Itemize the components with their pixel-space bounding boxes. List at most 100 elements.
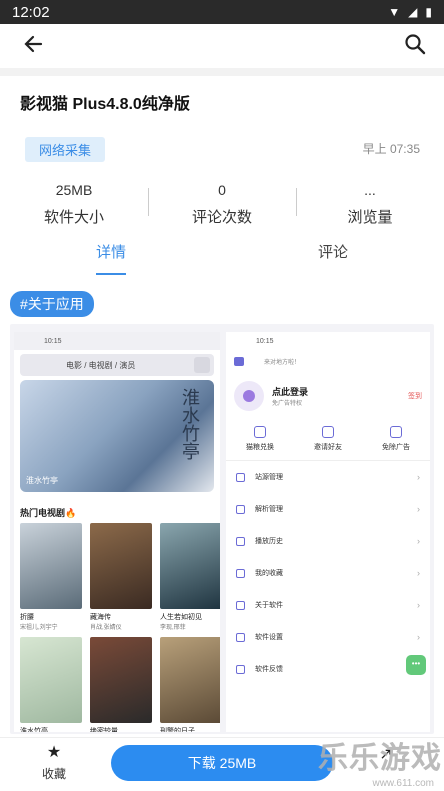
menu-item-label: 关于软件 [255, 602, 283, 609]
quick-action: 免除广告 [382, 426, 410, 452]
chevron-right-icon: › [417, 632, 420, 642]
chat-icon: ••• [406, 655, 426, 675]
mini-menu-item: 播放历史 › [226, 525, 430, 557]
menu-item-icon [236, 536, 245, 546]
mini-menu-item: 软件设置 › [226, 621, 430, 653]
quick-action-label: 邀请好友 [314, 444, 342, 451]
app-title: 影视猫 Plus4.8.0纯净版 [20, 96, 190, 113]
tab-comments[interactable]: 评论 [222, 240, 444, 276]
chevron-right-icon: › [417, 504, 420, 514]
quick-actions: 猫粮兑换 邀请好友 免除广告 [226, 426, 430, 461]
quick-action-icon [322, 426, 334, 438]
notice-text: 来对地方啦！ [264, 359, 301, 366]
banner-calligraphy: 淮水竹亭 [179, 388, 200, 460]
menu-item-label: 我的收藏 [255, 570, 283, 577]
about-app-chip: #关于应用 [10, 291, 94, 317]
poster-image [20, 523, 82, 609]
chevron-right-icon: › [417, 472, 420, 482]
stat-divider [148, 188, 149, 216]
chevron-right-icon: › [417, 600, 420, 610]
poster-card: 绝密较量张雨一,周晓 [90, 637, 152, 732]
mini-search-bar: 电影 / 电视剧 / 演员 [20, 354, 214, 376]
menu-item-icon [236, 472, 245, 482]
poster-image [160, 523, 220, 609]
mini-menu-item: 关于软件 › [226, 589, 430, 621]
category-tag[interactable]: 网络采集 [25, 137, 106, 162]
poster-cast: 肖战,张婧仪 [90, 625, 122, 631]
app-screenshot[interactable]: 10:15 电影 / 电视剧 / 演员 淮水竹亭 淮水竹亭 热门电视剧🔥 折腰宋… [10, 324, 434, 734]
poster-title: 人生若如初见 [160, 614, 202, 621]
sign-in-label: 签到 [408, 393, 422, 400]
menu-item-icon [236, 504, 245, 514]
star-icon: ★ [46, 744, 62, 761]
mini-status-bar: 10:15 [226, 332, 430, 350]
stat-divider [296, 188, 297, 216]
favorite-button[interactable]: ★ 收藏 [34, 744, 74, 782]
mini-notice: 来对地方啦！ [234, 354, 422, 368]
poster-image [90, 523, 152, 609]
hot-title: 热门电视剧🔥 [20, 508, 77, 518]
poster-card: 刑警的日子陈数,张铎 [160, 637, 220, 732]
stat-label: 软件大小 [43, 209, 104, 226]
poster-grid: 折腰宋祖儿,刘宇宁藏海传肖战,张婧仪人生若如初见李现,邢菲淮水竹亭刘诗诗,张云龙… [14, 523, 220, 732]
poster-title: 绝密较量 [90, 728, 118, 732]
quick-action-label: 免除广告 [382, 444, 410, 451]
stat-comments: 0 评论次数 [148, 180, 296, 227]
poster-card: 人生若如初见 李现,邢菲 [160, 523, 220, 631]
chevron-right-icon: › [417, 568, 420, 578]
update-time: 早上 07:35 [362, 142, 420, 156]
menu-item-label: 解析管理 [255, 506, 283, 513]
battery-icon: ▮ [425, 5, 432, 19]
download-button[interactable]: 下载 25MB [111, 745, 333, 781]
tab-bar: 详情 评论 [0, 240, 444, 276]
poster-cast: 宋祖儿,刘宇宁 [20, 625, 58, 631]
banner-caption: 淮水竹亭 [26, 476, 58, 485]
divider [0, 68, 444, 76]
menu-item-label: 站源管理 [255, 474, 283, 481]
search-icon[interactable] [404, 33, 426, 60]
stat-views: ... 浏览量 [296, 180, 444, 227]
mini-menu-item: 软件反馈› [226, 653, 430, 685]
quick-action-label: 猫粮兑换 [246, 444, 274, 451]
stat-value: ... [364, 182, 376, 198]
mini-time: 10:15 [44, 337, 62, 345]
back-arrow-icon[interactable] [22, 33, 44, 60]
tab-indicator [96, 273, 126, 275]
menu-item-icon [236, 600, 245, 610]
poster-title: 刑警的日子 [160, 728, 195, 732]
poster-card: 折腰 宋祖儿,刘宇宁 [20, 523, 82, 631]
history-icon [194, 357, 210, 373]
stat-value: 25MB [55, 182, 93, 198]
watermark-url: www.611.com [372, 778, 434, 789]
stat-label: 浏览量 [347, 209, 393, 226]
poster-title: 淮水竹亭 [20, 728, 48, 732]
mini-menu-item: 站源管理 › [226, 461, 430, 493]
chevron-right-icon: › [417, 536, 420, 546]
login-sub: 免广告特权 [272, 401, 303, 407]
tab-details[interactable]: 详情 [0, 240, 222, 276]
stats-row: 25MB 软件大小 0 评论次数 ... 浏览量 [0, 180, 444, 227]
login-title: 点此登录 [272, 387, 309, 397]
mini-search-text: 电影 / 电视剧 / 演员 [66, 360, 136, 370]
poster-title: 藏海传 [90, 614, 111, 621]
stat-label: 评论次数 [191, 209, 252, 226]
status-icons: ▼ ◢ ▮ [388, 5, 432, 19]
notice-icon [234, 356, 244, 366]
quick-action: 猫粮兑换 [246, 426, 274, 452]
quick-action-icon [390, 426, 402, 438]
favorite-label: 收藏 [41, 767, 66, 781]
quick-action-icon [254, 426, 266, 438]
poster-image [90, 637, 152, 723]
mini-status-bar: 10:15 [14, 332, 220, 350]
menu-item-label: 软件反馈 [255, 666, 283, 673]
mini-menu-item: 解析管理 › [226, 493, 430, 525]
avatar [234, 381, 264, 411]
status-bar: 12:02 ▼ ◢ ▮ [0, 0, 444, 24]
poster-image [160, 637, 220, 723]
menu-item-label: 播放历史 [255, 538, 283, 545]
top-bar [0, 24, 444, 68]
menu-item-icon [236, 568, 245, 578]
screenshot-profile: 10:15 来对地方啦！ 点此登录 免广告特权 签到 猫粮兑换 邀请好友 免除广告 … [226, 332, 430, 732]
menu-item-label: 软件设置 [255, 634, 283, 641]
menu-item-icon [236, 664, 245, 674]
